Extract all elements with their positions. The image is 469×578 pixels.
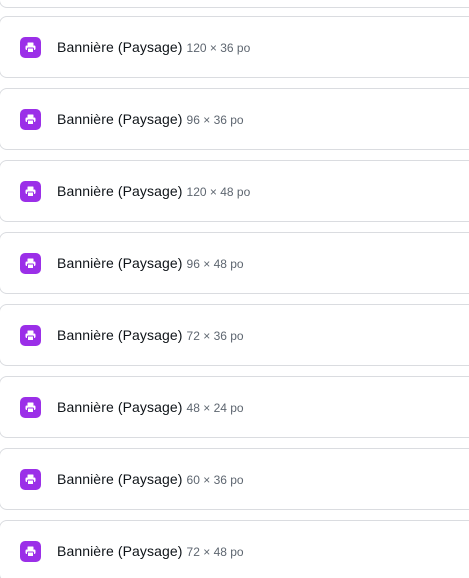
- design-size-list: Bannière (Paysage) 120 × 36 po Bannière …: [0, 0, 469, 578]
- list-item[interactable]: Bannière (Paysage) 120 × 36 po: [0, 16, 469, 78]
- item-dimensions: 60 × 36 po: [186, 473, 244, 487]
- item-label: Bannière (Paysage) 96 × 48 po: [57, 255, 244, 271]
- item-name: Bannière (Paysage): [57, 327, 183, 343]
- item-dimensions: 96 × 48 po: [186, 257, 244, 271]
- print-icon: [20, 468, 41, 490]
- print-icon: [20, 252, 41, 274]
- item-name: Bannière (Paysage): [57, 399, 183, 415]
- item-label: Bannière (Paysage) 48 × 24 po: [57, 399, 244, 415]
- print-icon: [20, 36, 41, 58]
- item-label: Bannière (Paysage) 72 × 48 po: [57, 543, 244, 559]
- item-label: Bannière (Paysage) 120 × 36 po: [57, 39, 250, 55]
- list-item[interactable]: Bannière (Paysage) 120 × 48 po: [0, 160, 469, 222]
- item-name: Bannière (Paysage): [57, 543, 183, 559]
- print-icon: [20, 180, 41, 202]
- item-label: Bannière (Paysage) 60 × 36 po: [57, 471, 244, 487]
- list-item[interactable]: Bannière (Paysage) 48 × 24 po: [0, 376, 469, 438]
- item-label: Bannière (Paysage) 120 × 48 po: [57, 183, 250, 199]
- list-item[interactable]: Bannière (Paysage) 96 × 48 po: [0, 232, 469, 294]
- print-icon: [20, 108, 41, 130]
- item-name: Bannière (Paysage): [57, 183, 183, 199]
- list-item-partial[interactable]: [0, 0, 469, 8]
- item-dimensions: 120 × 36 po: [186, 41, 251, 55]
- item-dimensions: 72 × 48 po: [186, 545, 244, 559]
- print-icon: [20, 396, 41, 418]
- item-dimensions: 48 × 24 po: [186, 401, 244, 415]
- item-dimensions: 96 × 36 po: [186, 113, 244, 127]
- item-name: Bannière (Paysage): [57, 471, 183, 487]
- print-icon: [20, 540, 41, 562]
- item-name: Bannière (Paysage): [57, 111, 183, 127]
- list-item[interactable]: Bannière (Paysage) 72 × 36 po: [0, 304, 469, 366]
- list-item[interactable]: Bannière (Paysage) 72 × 48 po: [0, 520, 469, 578]
- item-label: Bannière (Paysage) 96 × 36 po: [57, 111, 244, 127]
- item-label: Bannière (Paysage) 72 × 36 po: [57, 327, 244, 343]
- print-icon: [20, 324, 41, 346]
- item-name: Bannière (Paysage): [57, 255, 183, 271]
- item-name: Bannière (Paysage): [57, 39, 183, 55]
- list-item[interactable]: Bannière (Paysage) 60 × 36 po: [0, 448, 469, 510]
- item-dimensions: 72 × 36 po: [186, 329, 244, 343]
- list-item[interactable]: Bannière (Paysage) 96 × 36 po: [0, 88, 469, 150]
- item-dimensions: 120 × 48 po: [186, 185, 251, 199]
